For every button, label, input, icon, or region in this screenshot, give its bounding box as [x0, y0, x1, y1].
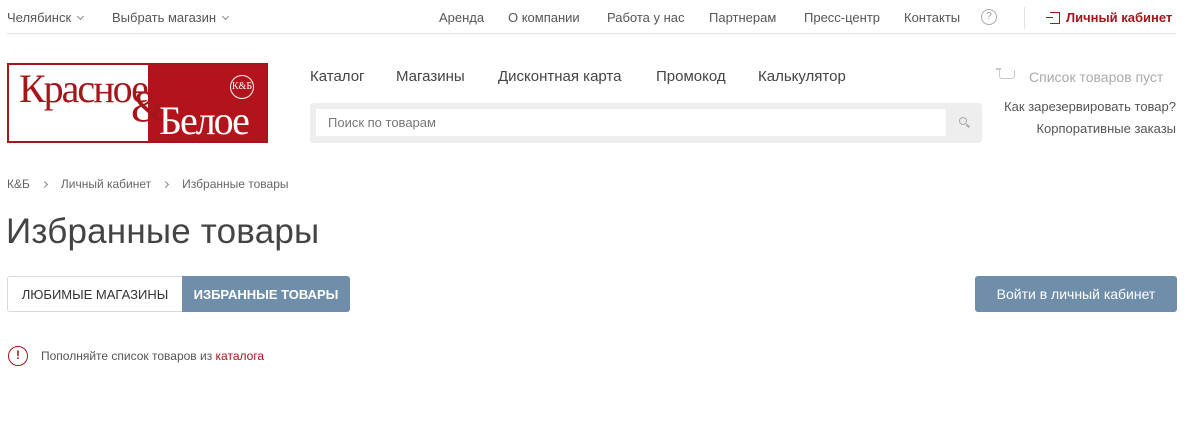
empty-list-notice: Пополняйте список товаров из каталога: [41, 349, 264, 363]
login-button[interactable]: Войти в личный кабинет: [975, 276, 1177, 312]
logo-badge: К&Б: [230, 75, 254, 99]
page-title: Избранные товары: [6, 212, 320, 251]
city-label: Челябинск: [7, 10, 72, 25]
cart-icon[interactable]: [996, 66, 1018, 82]
chevron-down-icon: [222, 12, 230, 20]
notice-text: Пополняйте список товаров из: [41, 349, 216, 363]
catalog-link[interactable]: каталога: [216, 349, 265, 363]
nav-promocode[interactable]: Промокод: [656, 68, 726, 85]
logo-word-red: Красное: [19, 66, 149, 111]
city-selector[interactable]: Челябинск: [7, 10, 85, 25]
topnav-partners[interactable]: Партнерам: [709, 10, 776, 25]
alert-icon: !: [8, 346, 28, 366]
nav-catalog[interactable]: Каталог: [310, 68, 365, 85]
chevron-down-icon: [77, 12, 85, 20]
topnav-press[interactable]: Пресс-центр: [804, 10, 880, 25]
nav-discount-card[interactable]: Дисконтная карта: [498, 68, 621, 85]
search-button[interactable]: [946, 103, 982, 143]
logo-word-white: Белое: [159, 98, 250, 143]
reserve-help-link[interactable]: Как зарезервировать товар?: [1004, 99, 1176, 114]
account-label: Личный кабинет: [1066, 10, 1173, 25]
search-bar: [310, 103, 982, 143]
breadcrumb: К&Б Личный кабинет Избранные товары: [7, 177, 289, 191]
tab-favorite-products[interactable]: Избранные товары: [182, 276, 350, 312]
chevron-right-icon: [162, 180, 170, 188]
help-icon[interactable]: ?: [981, 9, 997, 25]
search-input[interactable]: [316, 109, 946, 136]
corporate-orders-link[interactable]: Корпоративные заказы: [1036, 121, 1176, 136]
breadcrumb-account[interactable]: Личный кабинет: [61, 177, 151, 191]
store-label: Выбрать магазин: [112, 10, 217, 25]
topnav-careers[interactable]: Работа у нас: [607, 10, 685, 25]
account-link[interactable]: Личный кабинет: [1046, 10, 1173, 25]
nav-stores[interactable]: Магазины: [396, 68, 465, 85]
login-icon: [1046, 11, 1060, 24]
topnav-rent[interactable]: Аренда: [439, 10, 484, 25]
top-bar: Челябинск Выбрать магазин: [7, 0, 1176, 34]
search-icon: [959, 117, 967, 125]
chevron-right-icon: [40, 180, 48, 188]
topnav-contacts[interactable]: Контакты: [904, 10, 960, 25]
logo[interactable]: Красное & Белое К&Б: [7, 63, 268, 143]
tab-favorite-stores[interactable]: Любимые магазины: [7, 276, 182, 312]
topnav-about[interactable]: О компании: [508, 10, 580, 25]
breadcrumb-home[interactable]: К&Б: [7, 177, 30, 191]
nav-calculator[interactable]: Калькулятор: [758, 68, 846, 85]
cart-status[interactable]: Список товаров пуст: [1029, 69, 1163, 85]
divider: [1024, 7, 1025, 29]
breadcrumb-current: Избранные товары: [182, 177, 289, 191]
store-selector[interactable]: Выбрать магазин: [112, 10, 230, 25]
